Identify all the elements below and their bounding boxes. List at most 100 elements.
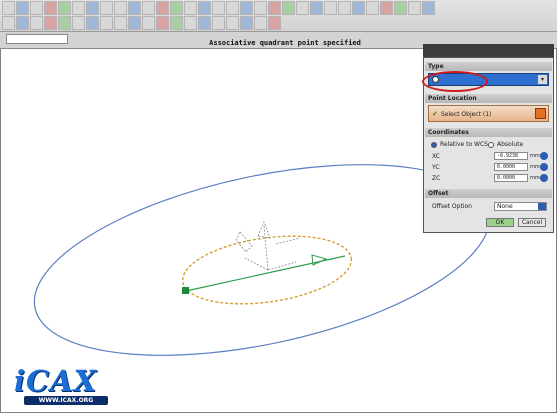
- help-icon[interactable]: [422, 1, 435, 15]
- offset-option-row: Offset Option None: [428, 202, 549, 212]
- mirror-icon[interactable]: [310, 1, 323, 15]
- relative-radio[interactable]: [431, 142, 437, 148]
- line-icon[interactable]: [212, 1, 225, 15]
- delete-icon[interactable]: [114, 1, 127, 15]
- spin-icon[interactable]: [540, 163, 548, 171]
- analysis-icon[interactable]: [408, 1, 421, 15]
- offset-option-dropdown[interactable]: None: [494, 202, 547, 211]
- yc-field[interactable]: 0.0000: [494, 163, 528, 171]
- xc-field[interactable]: -6.9238: [494, 152, 528, 160]
- point-location-section-header[interactable]: Point Location: [425, 94, 552, 103]
- render-icon[interactable]: [394, 1, 407, 15]
- spin-icon[interactable]: [540, 174, 548, 182]
- coord-row-zc: ZC 0.0000 mm: [428, 174, 549, 183]
- center-snap-icon[interactable]: [58, 16, 71, 30]
- datum-icon[interactable]: [198, 1, 211, 15]
- arc-icon[interactable]: [226, 1, 239, 15]
- pattern-icon[interactable]: [296, 1, 309, 15]
- extrude-icon[interactable]: [142, 1, 155, 15]
- check-icon: ✔: [432, 110, 438, 118]
- absolute-label: Absolute: [497, 141, 524, 148]
- open-icon[interactable]: [16, 1, 29, 15]
- coord-unit: mm: [530, 153, 540, 159]
- direction-arrow: [311, 254, 328, 266]
- status-message: Associative quadrant point specified: [209, 39, 361, 47]
- absolute-radio[interactable]: [488, 142, 494, 148]
- show-icon[interactable]: [268, 16, 281, 30]
- filter-icon[interactable]: [142, 16, 155, 30]
- zoom-icon[interactable]: [170, 16, 183, 30]
- coord-row-yc: YC 0.0000 mm: [428, 163, 549, 172]
- offset-section-header[interactable]: Offset: [425, 189, 552, 198]
- grid-icon[interactable]: [100, 16, 113, 30]
- coordinates-section-header[interactable]: Coordinates: [425, 128, 552, 137]
- revolve-icon[interactable]: [156, 1, 169, 15]
- coord-label: ZC: [432, 175, 441, 182]
- type-section-header[interactable]: Type: [425, 62, 552, 71]
- circle-icon[interactable]: [240, 1, 253, 15]
- coord-row-xc: XC -6.9238 mm: [428, 152, 549, 161]
- chamfer-icon[interactable]: [268, 1, 281, 15]
- point-snap-icon[interactable]: [16, 16, 29, 30]
- sweep-icon[interactable]: [170, 1, 183, 15]
- chevron-down-icon[interactable]: ▾: [538, 75, 547, 84]
- hide-icon[interactable]: [254, 16, 267, 30]
- coord-unit: mm: [530, 164, 540, 170]
- fit-icon[interactable]: [212, 16, 225, 30]
- copy-icon[interactable]: [86, 1, 99, 15]
- spin-icon[interactable]: [540, 152, 548, 160]
- trim-icon[interactable]: [324, 1, 337, 15]
- offset-icon[interactable]: [338, 1, 351, 15]
- redo-icon[interactable]: [58, 1, 71, 15]
- hole-icon[interactable]: [282, 1, 295, 15]
- crosshair-icon[interactable]: [535, 108, 546, 119]
- select-object-field[interactable]: ✔ Select Object (1): [428, 105, 549, 122]
- end-snap-icon[interactable]: [30, 16, 43, 30]
- undo-icon[interactable]: [44, 1, 57, 15]
- dialog-titlebar[interactable]: [423, 44, 554, 57]
- select-object-label: Select Object (1): [441, 111, 492, 118]
- orient-icon[interactable]: [128, 16, 141, 30]
- paste-icon[interactable]: [100, 1, 113, 15]
- quadrant-point-marker[interactable]: [182, 287, 189, 294]
- wcs-triad: [235, 220, 301, 271]
- ok-button[interactable]: OK: [486, 218, 514, 227]
- offset-option-value: None: [497, 203, 513, 210]
- pan-icon[interactable]: [184, 16, 197, 30]
- coordinate-mode-row: Relative to WCS Absolute: [428, 141, 549, 150]
- measure-icon[interactable]: [352, 1, 365, 15]
- chevron-down-icon[interactable]: [538, 203, 546, 210]
- toolbar-row-2: [2, 16, 281, 30]
- wire-icon[interactable]: [240, 16, 253, 30]
- offset-option-label: Offset Option: [432, 203, 472, 210]
- red-annotation-circle: [422, 71, 488, 92]
- rotate-icon[interactable]: [198, 16, 211, 30]
- coord-label: YC: [432, 164, 440, 171]
- zc-field[interactable]: 0.0000: [494, 174, 528, 182]
- relative-label: Relative to WCS: [440, 141, 488, 148]
- select-icon[interactable]: [156, 16, 169, 30]
- layer-icon[interactable]: [366, 1, 379, 15]
- point-icon[interactable]: [184, 1, 197, 15]
- mid-snap-icon[interactable]: [44, 16, 57, 30]
- logo-wordmark: iCAX: [14, 364, 98, 398]
- toolbar-row-1: [2, 1, 435, 15]
- new-icon[interactable]: [2, 1, 15, 15]
- save-icon[interactable]: [30, 1, 43, 15]
- coord-label: XC: [432, 153, 440, 160]
- snap-icon[interactable]: [2, 16, 15, 30]
- small-ellipse[interactable]: [178, 226, 355, 313]
- coord-unit: mm: [530, 175, 540, 181]
- logo-url: WWW.ICAX.ORG: [24, 396, 108, 405]
- cancel-button[interactable]: Cancel: [518, 218, 546, 227]
- cut-icon[interactable]: [72, 1, 85, 15]
- quad-snap-icon[interactable]: [72, 16, 85, 30]
- selection-filter-combo[interactable]: [6, 34, 68, 44]
- fillet-icon[interactable]: [254, 1, 267, 15]
- sketch-icon[interactable]: [128, 1, 141, 15]
- tangent-snap-icon[interactable]: [86, 16, 99, 30]
- wcs-icon[interactable]: [114, 16, 127, 30]
- icax-logo: iCAX WWW.ICAX.ORG: [8, 364, 120, 408]
- shade-icon[interactable]: [226, 16, 239, 30]
- view-icon[interactable]: [380, 1, 393, 15]
